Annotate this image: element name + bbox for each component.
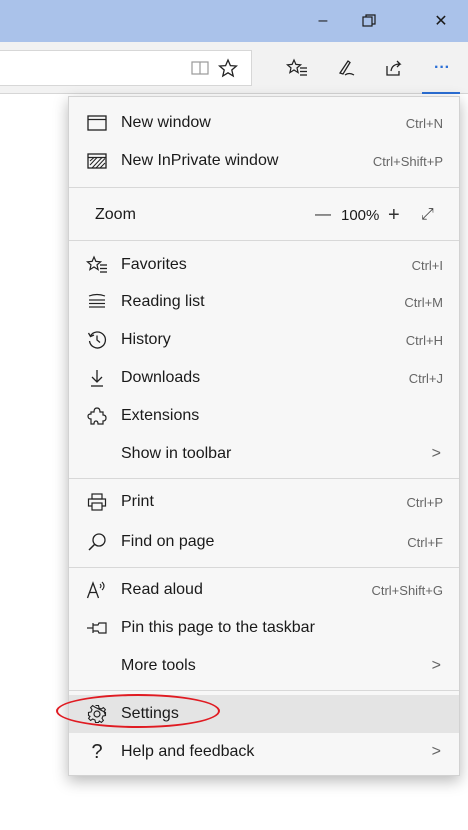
menu-item-print[interactable]: Print Ctrl+P: [69, 483, 459, 521]
menu-item-label: Extensions: [121, 407, 200, 424]
active-button-underline: [422, 92, 460, 94]
shortcut-text: Ctrl+P: [406, 494, 443, 510]
print-icon: [85, 490, 109, 514]
favorites-icon: [85, 253, 109, 277]
menu-item-label: Reading list: [121, 293, 205, 310]
title-bar: – ✕: [0, 0, 468, 42]
inprivate-icon: [85, 149, 109, 173]
menu-item-label: Show in toolbar: [121, 445, 232, 462]
minimize-icon: –: [318, 12, 328, 29]
zoom-row: Zoom — 100% + ⤢: [69, 195, 459, 235]
menu-item-new-window[interactable]: New window Ctrl+N: [69, 104, 459, 142]
fullscreen-button[interactable]: ⤢: [421, 206, 434, 224]
shortcut-text: Ctrl+M: [404, 294, 443, 310]
favorite-star-icon: [218, 58, 238, 78]
menu-item-label: Read aloud: [121, 581, 203, 598]
reading-view-icon: [191, 61, 209, 75]
close-icon: ✕: [434, 13, 448, 30]
share-icon: [386, 60, 402, 76]
shortcut-text: Ctrl+J: [408, 370, 443, 386]
menu-item-label: More tools: [121, 657, 196, 674]
menu-item-more-tools[interactable]: More tools >: [69, 647, 459, 685]
web-note-icon: [338, 60, 355, 76]
menu-item-extensions[interactable]: Extensions: [69, 397, 459, 435]
zoom-label: Zoom: [95, 206, 136, 223]
close-button[interactable]: ✕: [418, 0, 464, 42]
share-button[interactable]: [378, 52, 410, 84]
menu-item-label: New InPrivate window: [121, 152, 279, 169]
gear-icon: [85, 702, 109, 726]
menu-item-label: Settings: [121, 705, 179, 722]
question-mark-icon: ?: [91, 740, 103, 763]
menu-divider: [69, 187, 459, 188]
menu-item-history[interactable]: History Ctrl+H: [69, 321, 459, 359]
browser-toolbar: ···: [0, 42, 468, 94]
menu-item-pin-to-taskbar[interactable]: Pin this page to the taskbar: [69, 609, 459, 647]
menu-item-label: Downloads: [121, 369, 201, 386]
menu-item-show-in-toolbar[interactable]: Show in toolbar >: [69, 435, 459, 473]
shortcut-text: Ctrl+F: [407, 534, 443, 550]
window-icon: [85, 111, 109, 135]
settings-and-more-menu: New window Ctrl+N New InPrivate window C…: [68, 96, 460, 776]
menu-divider: [69, 478, 459, 479]
search-icon: [85, 530, 109, 554]
zoom-out-button[interactable]: —: [315, 206, 331, 224]
chevron-right-icon: >: [431, 743, 441, 760]
menu-divider: [69, 690, 459, 691]
menu-divider: [69, 240, 459, 241]
shortcut-text: Ctrl+Shift+P: [372, 153, 443, 169]
menu-item-label: Favorites: [121, 256, 187, 273]
menu-item-read-aloud[interactable]: Read aloud Ctrl+Shift+G: [69, 571, 459, 609]
menu-item-new-inprivate-window[interactable]: New InPrivate window Ctrl+Shift+P: [69, 142, 459, 180]
menu-item-favorites[interactable]: Favorites Ctrl+I: [69, 246, 459, 284]
menu-item-label: Help and feedback: [121, 743, 255, 760]
menu-item-label: New window: [121, 114, 211, 131]
chevron-right-icon: >: [431, 445, 441, 462]
menu-item-find-on-page[interactable]: Find on page Ctrl+F: [69, 523, 459, 561]
shortcut-text: Ctrl+H: [405, 332, 443, 348]
menu-item-reading-list[interactable]: Reading list Ctrl+M: [69, 283, 459, 321]
menu-item-label: Print: [121, 493, 154, 510]
menu-item-label: History: [121, 331, 171, 348]
favorite-star-button[interactable]: [212, 52, 244, 84]
zoom-level: 100%: [341, 206, 380, 224]
extensions-icon: [85, 404, 109, 428]
minimize-button[interactable]: –: [300, 0, 346, 42]
shortcut-text: Ctrl+I: [411, 257, 443, 273]
zoom-in-button[interactable]: +: [388, 204, 400, 227]
menu-divider: [69, 567, 459, 568]
favorites-hub-icon: [286, 58, 307, 76]
shortcut-text: Ctrl+N: [405, 115, 443, 131]
menu-item-downloads[interactable]: Downloads Ctrl+J: [69, 359, 459, 397]
web-note-button[interactable]: [330, 52, 362, 84]
read-aloud-icon: [85, 578, 109, 602]
download-icon: [85, 366, 109, 390]
pin-icon: [85, 616, 109, 640]
restore-icon: [362, 14, 376, 27]
more-button[interactable]: ···: [426, 52, 458, 84]
menu-item-label: Pin this page to the taskbar: [121, 619, 315, 636]
favorites-hub-button[interactable]: [281, 52, 313, 84]
chevron-right-icon: >: [431, 657, 441, 674]
menu-item-label: Find on page: [121, 533, 215, 550]
reading-list-icon: [85, 290, 109, 314]
restore-button[interactable]: [346, 0, 392, 42]
history-icon: [85, 328, 109, 352]
more-icon: ···: [434, 59, 450, 76]
menu-item-help-and-feedback[interactable]: ? Help and feedback >: [69, 733, 459, 771]
shortcut-text: Ctrl+Shift+G: [371, 582, 443, 598]
menu-item-settings[interactable]: Settings: [69, 695, 459, 733]
